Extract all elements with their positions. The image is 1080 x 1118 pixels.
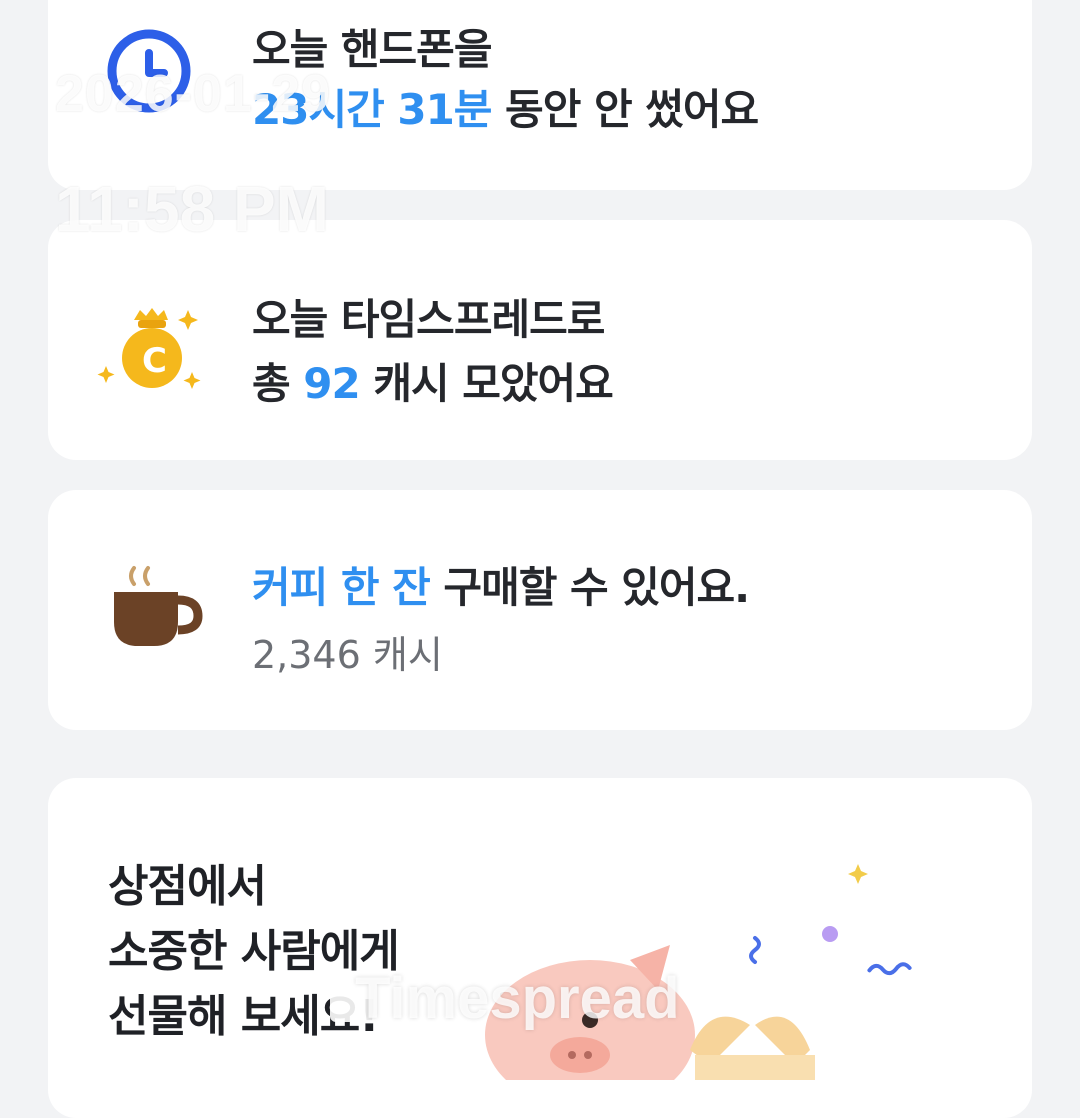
coffee-cup-icon — [114, 566, 203, 646]
money-bag-icon: C — [97, 308, 201, 389]
cash-card: C 오늘 타임스프레드로 총 92 캐시 모았어요 — [48, 220, 1032, 460]
cash-line1: 오늘 타임스프레드로 — [252, 295, 605, 344]
brand-watermark: Timespread — [355, 966, 680, 1031]
coffee-line1: 커피 한 잔 구매할 수 있어요. — [252, 554, 750, 615]
coffee-price: 2,346 캐시 — [252, 633, 443, 677]
coffee-card: 커피 한 잔 구매할 수 있어요. 2,346 캐시 — [48, 490, 1032, 730]
cash-amount: 92 — [303, 359, 360, 408]
svg-text:C: C — [142, 341, 167, 381]
timestamp-time: 11:58 PM — [55, 173, 329, 245]
timestamp-date: 2026-01-29 — [55, 65, 331, 123]
cash-suffix: 캐시 모았어요 — [359, 359, 613, 408]
coffee-highlight: 커피 한 잔 — [252, 563, 431, 612]
cash-prefix: 총 — [252, 359, 304, 408]
screen-time-suffix: 동안 안 썼어요 — [491, 85, 759, 134]
cash-line2: 총 92 캐시 모았어요 — [252, 350, 614, 411]
shop-line-1: 상점에서 — [108, 861, 267, 912]
coffee-suffix: 구매할 수 있어요. — [429, 563, 750, 612]
